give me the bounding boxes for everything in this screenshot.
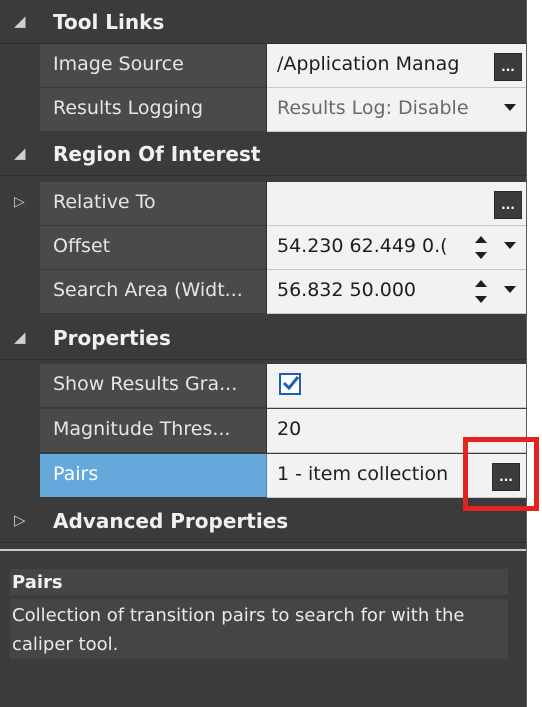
highlight-box (463, 437, 539, 511)
splitter[interactable] (0, 549, 526, 551)
category-advanced-properties[interactable]: ▷ Advanced Properties (0, 499, 526, 543)
image-source-browse-button[interactable]: ... (494, 53, 522, 81)
property-grid-panel: ◢ Tool Links Image Source /Application M… (0, 0, 527, 707)
property-value: /Application Manag (277, 53, 460, 75)
spin-up-icon[interactable] (475, 236, 487, 243)
spin-up-icon[interactable] (475, 280, 487, 287)
property-name: Offset (40, 226, 267, 270)
row-image-source: Image Source /Application Manag ... (0, 44, 526, 88)
spin-down-icon[interactable] (475, 296, 487, 303)
property-value: 20 (277, 418, 302, 440)
property-value: 1 - item collection (277, 463, 449, 485)
chevron-down-icon[interactable] (504, 286, 516, 293)
category-tool-links[interactable]: ◢ Tool Links (0, 0, 526, 44)
relative-to-value[interactable]: ... (267, 182, 526, 226)
image-source-value[interactable]: /Application Manag ... (267, 44, 526, 88)
expand-triangle-icon[interactable]: ▷ (14, 511, 26, 529)
row-search-area: Search Area (Widt... 56.832 50.000 (0, 270, 526, 314)
category-title: Region Of Interest (53, 142, 261, 166)
expand-triangle-icon[interactable]: ▷ (14, 194, 25, 210)
property-name: Results Logging (40, 88, 267, 132)
category-title: Properties (53, 326, 171, 350)
category-title: Tool Links (53, 10, 165, 34)
collapse-triangle-icon[interactable]: ◢ (14, 328, 26, 346)
search-area-spinner[interactable] (474, 276, 488, 308)
category-properties[interactable]: ◢ Properties (0, 316, 526, 360)
collapse-triangle-icon[interactable]: ◢ (14, 144, 26, 162)
property-name-selected: Pairs (40, 454, 267, 498)
property-name: Image Source (40, 44, 267, 88)
category-region-of-interest[interactable]: ◢ Region Of Interest (0, 132, 526, 176)
checkmark-icon (282, 376, 300, 391)
property-name: Show Results Gra... (40, 364, 267, 408)
chevron-down-icon[interactable] (504, 242, 516, 249)
show-results-checkbox[interactable] (279, 373, 301, 395)
results-logging-dropdown[interactable]: Results Log: Disable (267, 88, 526, 132)
row-relative-to: ▷ Relative To ... (0, 182, 526, 226)
offset-value[interactable]: 54.230 62.449 0.( (267, 226, 526, 270)
collapse-triangle-icon[interactable]: ◢ (14, 12, 26, 30)
description-text: Collection of transition pairs to search… (10, 599, 508, 659)
row-show-results: Show Results Gra... (0, 364, 526, 408)
show-results-value (267, 364, 526, 408)
property-name: Relative To (40, 182, 267, 226)
property-value: 54.230 62.449 0.( (277, 235, 448, 257)
search-area-value[interactable]: 56.832 50.000 (267, 270, 526, 314)
row-offset: Offset 54.230 62.449 0.( (0, 226, 526, 270)
offset-spinner[interactable] (474, 232, 488, 264)
row-pairs[interactable]: Pairs 1 - item collection ... (0, 454, 526, 498)
property-name: Magnitude Thres... (40, 409, 267, 453)
property-name: Search Area (Widt... (40, 270, 267, 314)
description-title: Pairs (10, 569, 508, 595)
spin-down-icon[interactable] (475, 252, 487, 259)
row-results-logging: Results Logging Results Log: Disable (0, 88, 526, 132)
row-magnitude-threshold: Magnitude Thres... 20 (0, 409, 526, 453)
property-value: Results Log: Disable (277, 97, 469, 119)
property-value: 56.832 50.000 (277, 279, 417, 301)
chevron-down-icon[interactable] (504, 104, 516, 111)
category-title: Advanced Properties (53, 509, 289, 533)
relative-to-browse-button[interactable]: ... (494, 191, 522, 219)
